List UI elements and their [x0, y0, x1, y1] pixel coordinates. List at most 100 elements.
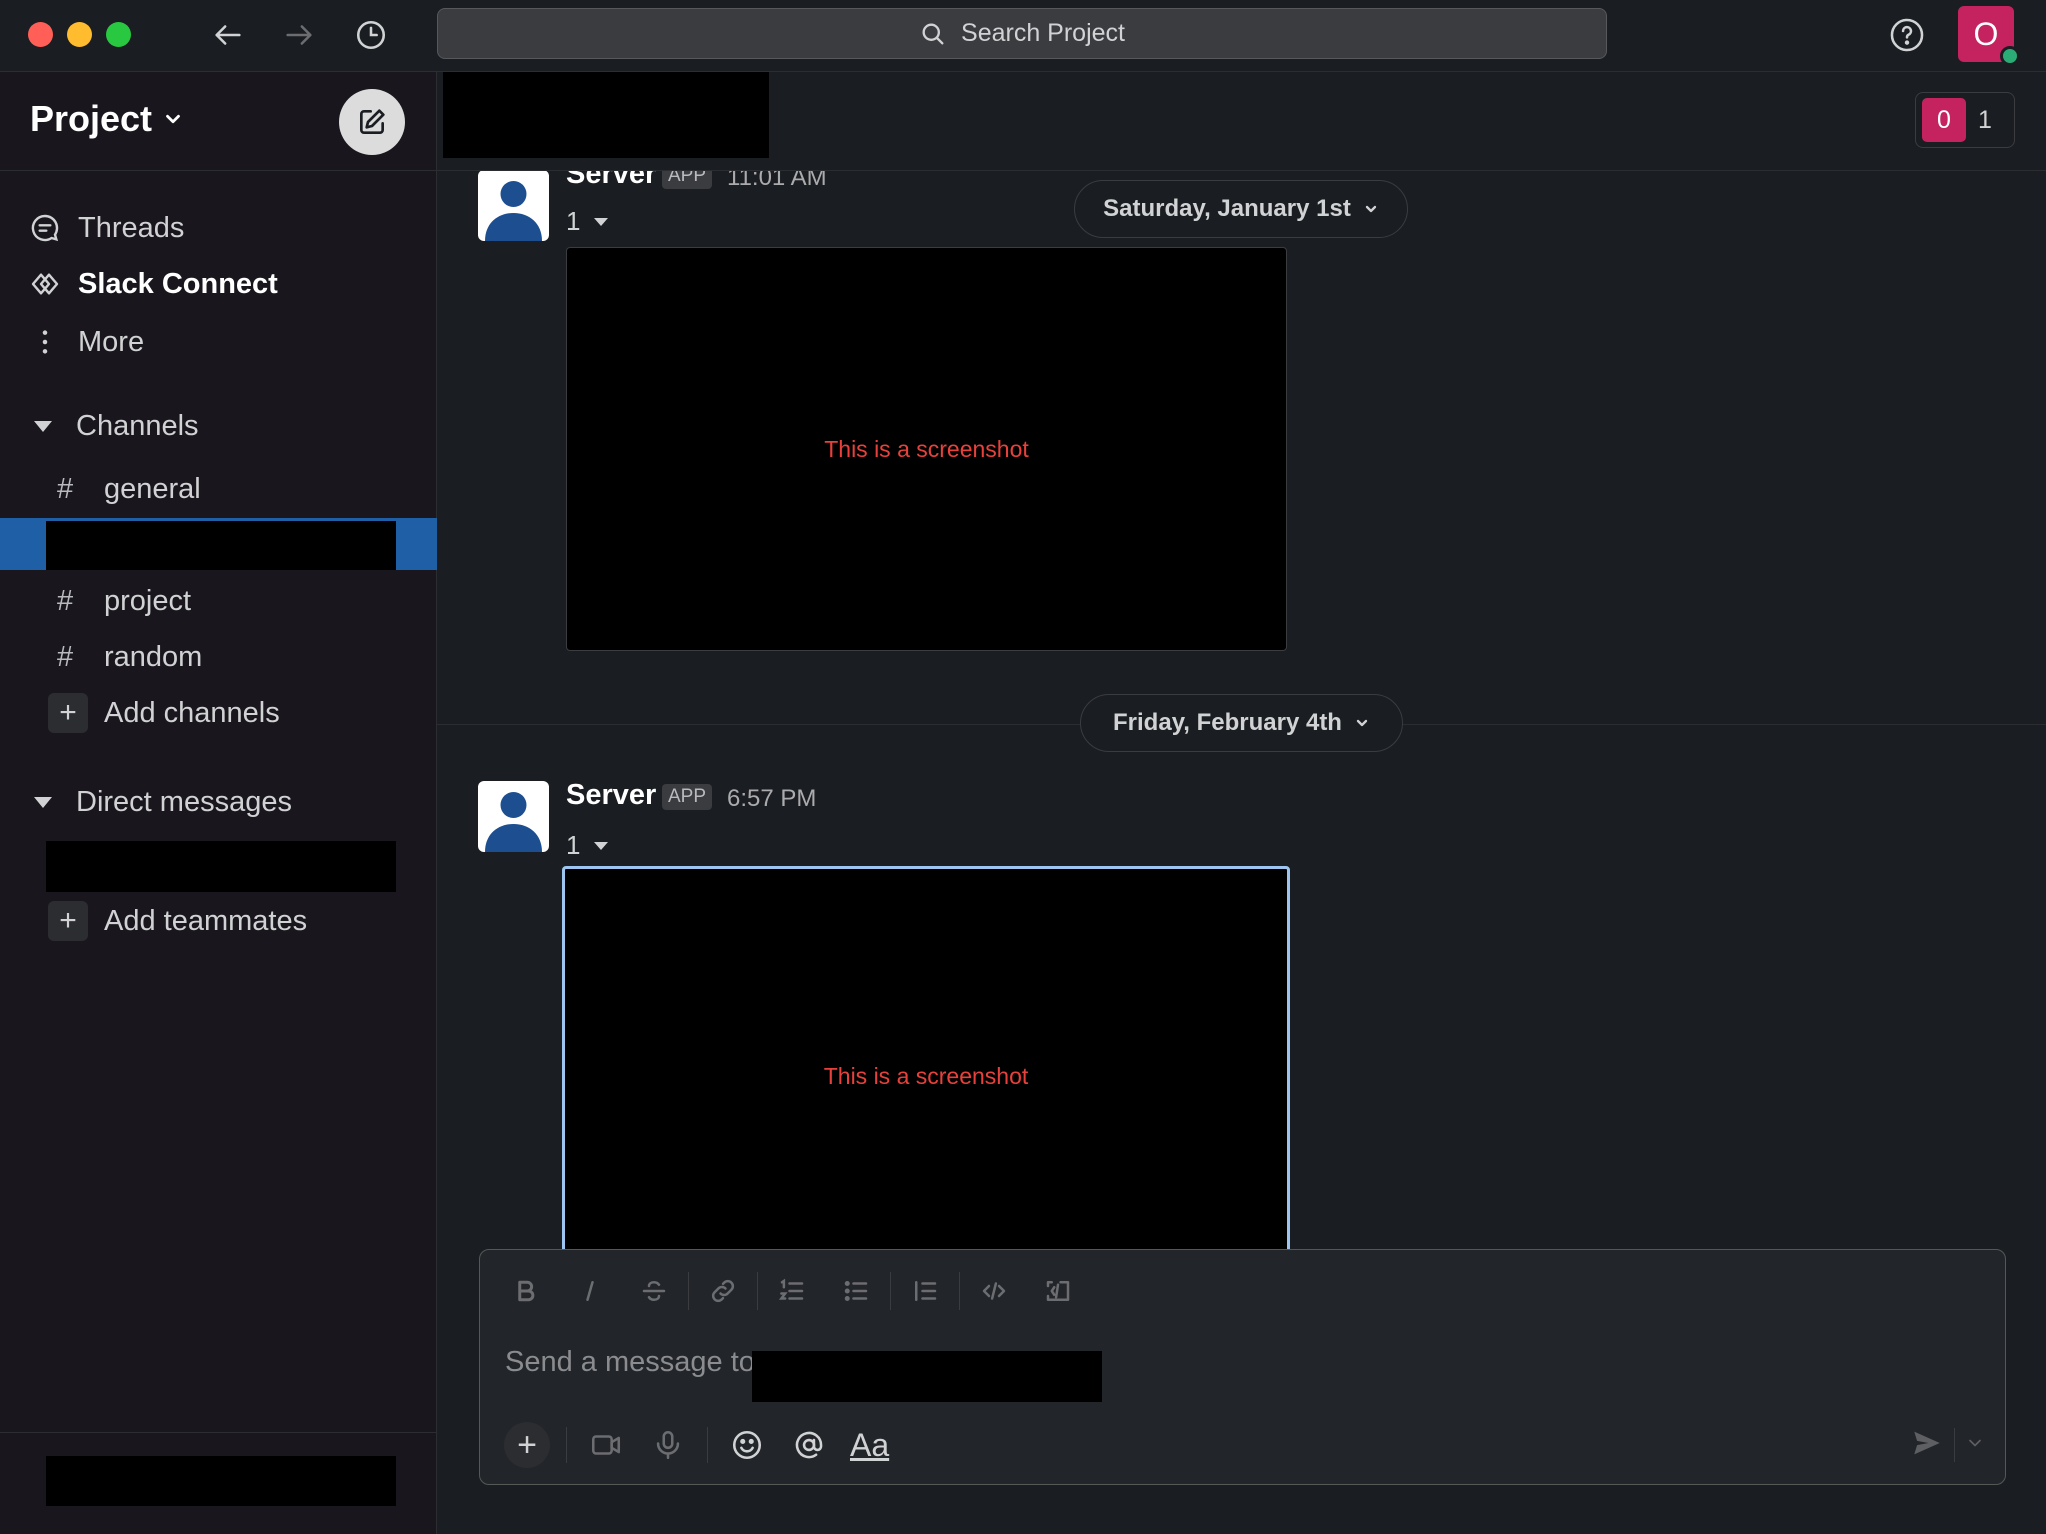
history-clock-icon[interactable] — [350, 14, 392, 56]
channel-selected[interactable] — [0, 518, 437, 570]
video-icon[interactable] — [575, 1418, 637, 1472]
message-author[interactable]: Server — [566, 779, 656, 812]
attachment-count: 1 — [566, 830, 581, 860]
caret-down-icon — [594, 841, 609, 850]
date-label: Saturday, January 1st — [1103, 195, 1351, 222]
sidebar-item-slack-connect[interactable]: Slack Connect — [0, 258, 437, 310]
redacted-dm-entry[interactable] — [46, 841, 396, 892]
workspace-name: Project — [30, 98, 153, 139]
sidebar-footer — [0, 1432, 437, 1534]
date-divider-first[interactable]: Saturday, January 1st — [1074, 180, 1408, 238]
main-panel: 0 1 Server APP 11:01 AM 1 This is a scre… — [437, 72, 2046, 1534]
strikethrough-icon[interactable] — [622, 1266, 686, 1316]
toolbar-divider — [757, 1272, 758, 1310]
message-avatar[interactable] — [478, 171, 549, 241]
channel-random[interactable]: # random — [0, 631, 437, 683]
sidebar-item-label: Threads — [78, 211, 185, 244]
ordered-list-icon[interactable] — [760, 1266, 824, 1316]
redacted-channel-name — [46, 521, 396, 570]
chevron-down-icon — [166, 114, 180, 124]
send-icon[interactable] — [1910, 1426, 1944, 1465]
redacted-recipient — [752, 1351, 1102, 1402]
code-block-icon[interactable] — [1026, 1266, 1090, 1316]
channels-header-label: Channels — [76, 409, 199, 442]
redacted-channel-title[interactable] — [443, 72, 769, 158]
date-divider-second[interactable]: Friday, February 4th — [1080, 694, 1403, 752]
microphone-icon[interactable] — [637, 1418, 699, 1472]
bulleted-list-icon[interactable] — [824, 1266, 888, 1316]
add-channels-button[interactable]: + Add channels — [0, 687, 437, 739]
toolbar-divider — [688, 1272, 689, 1310]
channel-project[interactable]: # project — [0, 575, 437, 627]
bold-icon[interactable] — [494, 1266, 558, 1316]
hash-icon: # — [57, 584, 74, 617]
add-teammates-button[interactable]: + Add teammates — [0, 895, 437, 947]
toolbar-divider — [1954, 1428, 1955, 1462]
code-icon[interactable] — [962, 1266, 1026, 1316]
channels-section-header[interactable]: Channels — [0, 401, 437, 451]
channel-name: general — [104, 472, 201, 505]
italic-icon[interactable] — [558, 1266, 622, 1316]
message-time[interactable]: 11:01 AM — [727, 171, 827, 192]
search-icon — [922, 23, 944, 44]
maximize-window-button[interactable] — [106, 22, 131, 47]
forward-arrow-icon[interactable] — [278, 14, 320, 56]
toolbar-divider — [566, 1427, 567, 1463]
member-count: 1 — [1978, 105, 1992, 134]
message-placeholder: Send a message to — [505, 1346, 755, 1378]
sidebar-item-label: More — [78, 325, 145, 358]
sidebar-item-threads[interactable]: Threads — [0, 202, 437, 254]
caret-down-icon — [34, 796, 52, 808]
sidebar-item-more[interactable]: More — [0, 316, 437, 368]
message-input[interactable]: Send a message to — [505, 1346, 755, 1379]
message-avatar[interactable] — [478, 781, 549, 852]
compose-icon — [360, 109, 385, 134]
members-button[interactable]: 0 1 — [1915, 92, 2015, 148]
slack-connect-icon — [22, 268, 68, 300]
blockquote-icon[interactable] — [893, 1266, 957, 1316]
help-icon[interactable] — [1886, 14, 1928, 56]
search-bar[interactable]: Search Project — [437, 8, 1607, 59]
more-vertical-icon — [22, 326, 68, 358]
message-author[interactable]: Server — [566, 171, 656, 191]
attachment-caption: This is a screenshot — [824, 435, 1029, 462]
chevron-down-icon — [1365, 205, 1376, 213]
member-avatar: 0 — [1922, 98, 1966, 142]
toolbar-divider — [959, 1272, 960, 1310]
app-badge: APP — [662, 784, 713, 810]
attachment-toggle[interactable]: 1 — [566, 830, 609, 861]
mention-icon[interactable] — [778, 1418, 840, 1472]
message-time[interactable]: 6:57 PM — [727, 785, 816, 813]
chevron-down-icon[interactable] — [1965, 1433, 1985, 1458]
channel-name: project — [104, 584, 192, 617]
sidebar: Project Threads Slack Connect More Chann… — [0, 72, 437, 1534]
toolbar-divider — [890, 1272, 891, 1310]
redacted-footer-item[interactable] — [46, 1456, 396, 1506]
channel-header: 0 1 — [437, 72, 2046, 171]
emoji-icon[interactable] — [716, 1418, 778, 1472]
title-bar: Search Project O — [0, 0, 2046, 72]
plus-icon: + — [48, 693, 88, 733]
close-window-button[interactable] — [28, 22, 53, 47]
back-arrow-icon[interactable] — [207, 14, 249, 56]
direct-messages-section-header[interactable]: Direct messages — [0, 777, 437, 827]
link-icon[interactable] — [691, 1266, 755, 1316]
app-badge: APP — [662, 171, 713, 189]
search-placeholder: Search Project — [961, 19, 1125, 47]
compose-button[interactable] — [339, 89, 405, 155]
minimize-window-button[interactable] — [67, 22, 92, 47]
workspace-header: Project — [0, 72, 437, 171]
hash-icon: # — [57, 472, 74, 505]
screenshot-attachment[interactable]: This is a screenshot — [562, 866, 1290, 1286]
text-formatting-toggle[interactable]: Aa — [840, 1427, 899, 1464]
channel-general[interactable]: # general — [0, 463, 437, 515]
attachment-toggle[interactable]: 1 — [566, 206, 609, 237]
attach-plus-button[interactable]: + — [504, 1422, 550, 1468]
caret-down-icon — [594, 217, 609, 226]
screenshot-attachment[interactable]: This is a screenshot — [566, 247, 1287, 651]
threads-icon — [22, 212, 68, 244]
workspace-menu[interactable]: Project — [30, 98, 184, 140]
attachment-count: 1 — [566, 206, 581, 236]
dm-header-label: Direct messages — [76, 785, 292, 818]
chevron-down-icon — [1356, 719, 1368, 727]
